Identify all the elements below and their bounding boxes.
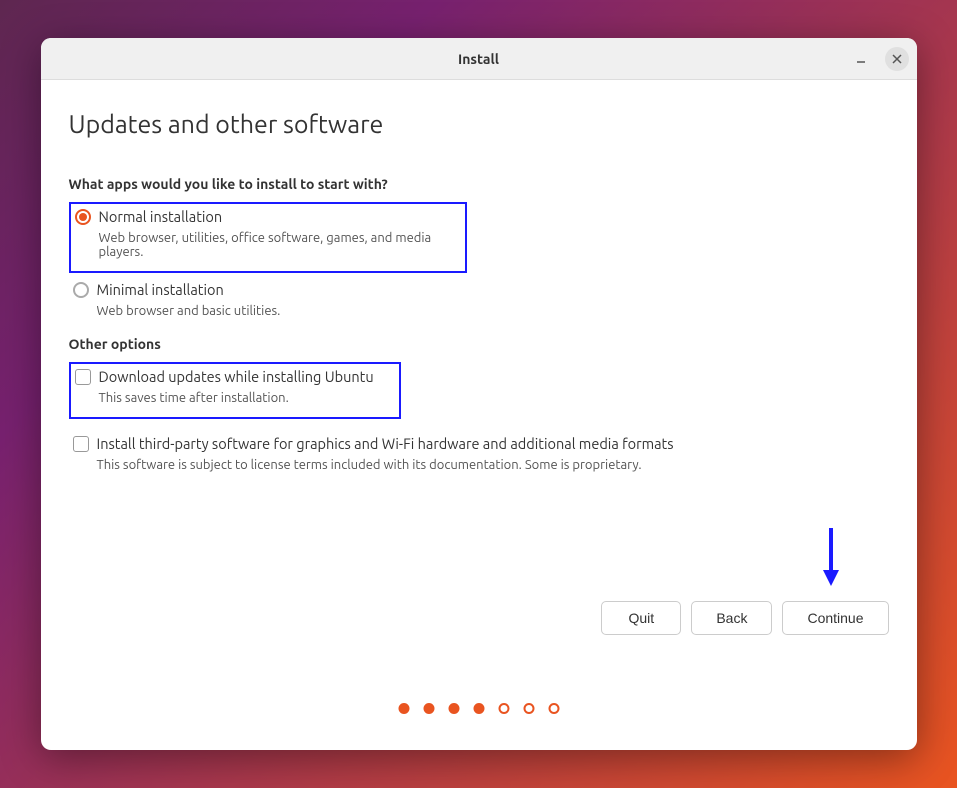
close-button[interactable]: [885, 47, 909, 71]
content-area: Updates and other software What apps wou…: [41, 80, 917, 750]
checkbox-icon[interactable]: [75, 369, 91, 385]
progress-dot: [423, 703, 434, 714]
option-desc: Web browser, utilities, office software,…: [99, 231, 461, 259]
progress-dot: [398, 703, 409, 714]
radio-icon[interactable]: [73, 282, 89, 298]
radio-icon[interactable]: [75, 209, 91, 225]
back-button[interactable]: Back: [691, 601, 772, 635]
installer-window: Install Updates and other software What …: [41, 38, 917, 750]
progress-dot: [523, 703, 534, 714]
quit-button[interactable]: Quit: [601, 601, 681, 635]
window-title: Install: [458, 51, 499, 67]
progress-dot: [448, 703, 459, 714]
checkbox-icon[interactable]: [73, 436, 89, 452]
progress-dots: [398, 703, 559, 714]
progress-dot: [473, 703, 484, 714]
minimal-installation-option[interactable]: Minimal installation Web browser and bas…: [69, 277, 889, 330]
option-label: Normal installation: [99, 208, 223, 225]
window-controls: [849, 47, 909, 71]
apps-section-label: What apps would you like to install to s…: [69, 176, 889, 192]
progress-dot: [498, 703, 509, 714]
option-desc: Web browser and basic utilities.: [97, 304, 885, 318]
titlebar: Install: [41, 38, 917, 80]
minimize-button[interactable]: [849, 47, 873, 71]
other-options-label: Other options: [69, 336, 889, 352]
page-title: Updates and other software: [69, 110, 889, 138]
thirdparty-software-option[interactable]: Install third-party software for graphic…: [69, 431, 889, 484]
progress-dot: [548, 703, 559, 714]
continue-button[interactable]: Continue: [782, 601, 888, 635]
option-label: Install third-party software for graphic…: [97, 435, 674, 452]
option-desc: This software is subject to license term…: [97, 458, 885, 472]
download-updates-option[interactable]: Download updates while installing Ubuntu…: [69, 362, 401, 419]
option-desc: This saves time after installation.: [99, 391, 395, 405]
option-label: Download updates while installing Ubuntu: [99, 368, 374, 385]
footer-buttons: Quit Back Continue: [601, 601, 888, 635]
annotation-arrow-icon: [819, 526, 843, 588]
option-label: Minimal installation: [97, 281, 224, 298]
normal-installation-option[interactable]: Normal installation Web browser, utiliti…: [69, 202, 467, 273]
